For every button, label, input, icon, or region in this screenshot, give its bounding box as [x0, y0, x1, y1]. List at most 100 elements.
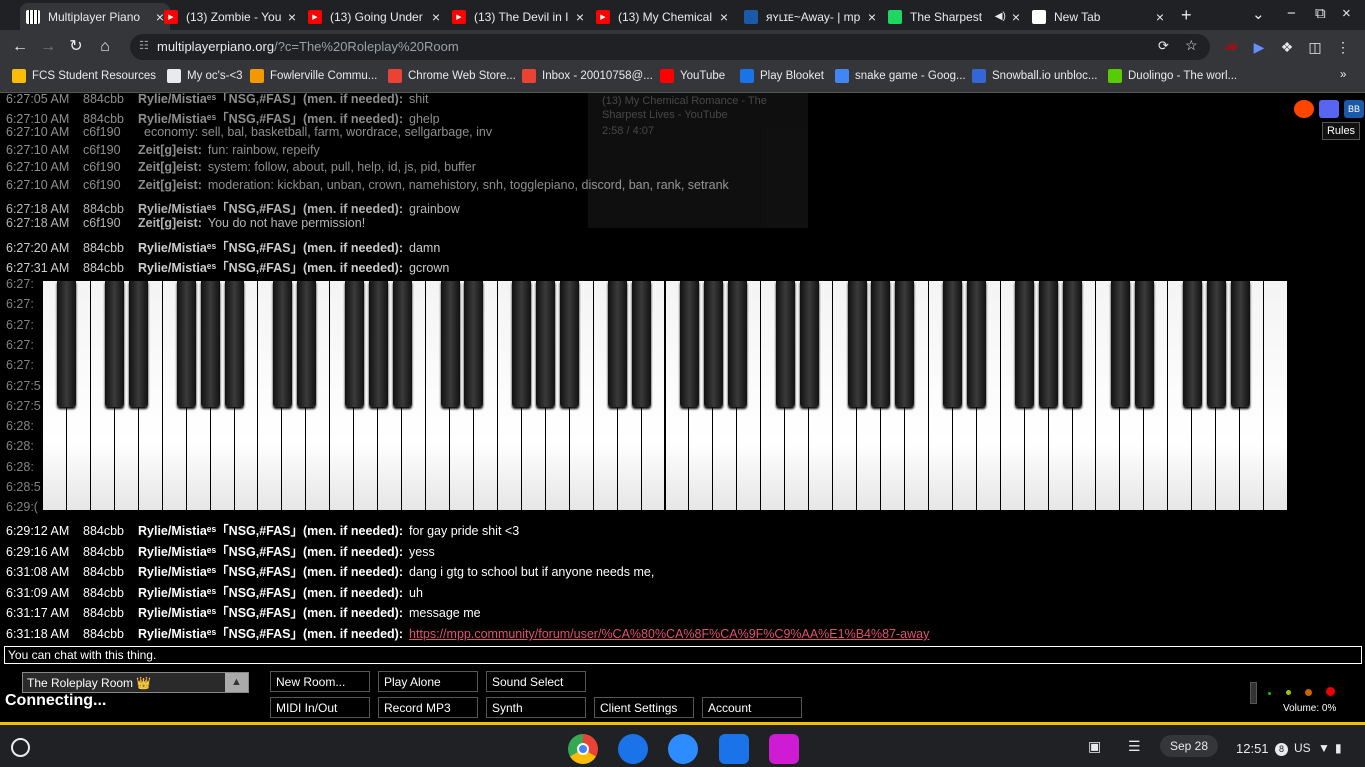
black-key[interactable] — [57, 281, 77, 407]
forward-icon[interactable]: → — [38, 37, 58, 57]
notification-count[interactable]: 8 — [1275, 743, 1288, 756]
reddit-icon[interactable] — [1294, 100, 1314, 118]
black-key[interactable] — [1110, 281, 1130, 407]
more-bookmarks-icon[interactable]: » — [1340, 69, 1346, 81]
record-mp3-button[interactable]: Record MP3 — [378, 697, 478, 718]
chat-username[interactable]: Rylie/Mistiaᵉˢ「NSG,#FAS」(men. if needed)… — [138, 565, 403, 579]
close-icon[interactable]: × — [720, 9, 728, 25]
tab[interactable]: ▶ (13) Going Under × — [302, 3, 446, 30]
locale-indicator[interactable]: US — [1294, 741, 1311, 755]
chat-username[interactable]: Rylie/Mistiaᵉˢ「NSG,#FAS」(men. if needed)… — [138, 241, 403, 255]
bookmark-item[interactable]: Snowball.io unbloc... — [972, 69, 1097, 83]
sound-select-button[interactable]: Sound Select — [486, 671, 586, 692]
holding-space-icon[interactable]: ▣ — [1088, 738, 1101, 755]
chevron-up-icon[interactable]: ▲ — [225, 673, 248, 692]
midi-in-out-button[interactable]: MIDI In/Out — [270, 697, 370, 718]
chat-username[interactable]: Rylie/Mistiaᵉˢ「NSG,#FAS」(men. if needed)… — [138, 545, 403, 559]
chat-username[interactable]: Rylie/Mistiaᵉˢ「NSG,#FAS」(men. if needed)… — [138, 202, 403, 216]
close-icon[interactable]: × — [432, 9, 440, 25]
close-icon[interactable]: × — [868, 9, 876, 25]
black-key[interactable] — [1206, 281, 1226, 407]
wifi-icon[interactable]: ▼ — [1318, 741, 1330, 755]
black-key[interactable] — [129, 281, 149, 407]
close-icon[interactable]: × — [1012, 9, 1020, 25]
black-key[interactable] — [1063, 281, 1083, 407]
black-key[interactable] — [679, 281, 699, 407]
ublock-icon[interactable]: uB — [1222, 38, 1240, 56]
bookmark-star-icon[interactable]: ☆ — [1185, 37, 1198, 54]
tab-search-icon[interactable]: ⌄ — [1252, 5, 1265, 23]
black-key[interactable] — [799, 281, 819, 407]
launcher-icon[interactable] — [11, 738, 30, 757]
black-key[interactable] — [727, 281, 747, 407]
address-bar[interactable]: ☷ multiplayerpiano.org/?c=The%20Roleplay… — [130, 34, 1210, 60]
black-key[interactable] — [632, 281, 652, 407]
synth-button[interactable]: Synth — [486, 697, 586, 718]
chat-username[interactable]: Zeit[g]eist: — [138, 178, 202, 192]
date-pill[interactable]: Sep 28 — [1160, 735, 1219, 757]
tab[interactable]: New Tab × — [1026, 3, 1170, 30]
black-key[interactable] — [177, 281, 197, 407]
battery-icon[interactable]: ▮ — [1335, 741, 1342, 755]
bookmark-item[interactable]: snake game - Goog... — [835, 69, 966, 83]
black-key[interactable] — [1134, 281, 1154, 407]
black-key[interactable] — [296, 281, 316, 407]
black-key[interactable] — [536, 281, 556, 407]
black-key[interactable] — [1230, 281, 1250, 407]
volume-slider[interactable] — [1250, 682, 1257, 704]
chat-input[interactable]: You can chat with this thing. — [4, 646, 1362, 664]
side-panel-icon[interactable]: ◫ — [1306, 38, 1324, 56]
black-key[interactable] — [871, 281, 891, 407]
discord-icon[interactable] — [1319, 100, 1339, 118]
chat-username[interactable]: Rylie/Mistiaᵉˢ「NSG,#FAS」(men. if needed)… — [138, 261, 403, 275]
chat-username[interactable]: Rylie/Mistiaᵉˢ「NSG,#FAS」(men. if needed)… — [138, 586, 403, 600]
back-icon[interactable]: ← — [10, 37, 30, 57]
close-icon[interactable]: × — [576, 9, 584, 25]
chat-username[interactable]: Rylie/Mistiaᵉˢ「NSG,#FAS」(men. if needed)… — [138, 627, 403, 641]
black-key[interactable] — [560, 281, 580, 407]
bookmark-item[interactable]: FCS Student Resources — [12, 69, 156, 83]
black-key[interactable] — [895, 281, 915, 407]
chat-link[interactable]: https://mpp.community/forum/user/%CA%80%… — [409, 627, 929, 641]
bookmark-item[interactable]: Play Blooket — [740, 69, 824, 83]
chat-username[interactable]: Rylie/Mistiaᵉˢ「NSG,#FAS」(men. if needed)… — [138, 606, 403, 620]
reload-icon[interactable]: ↻ — [66, 37, 86, 57]
home-icon[interactable]: ⌂ — [95, 37, 115, 57]
tab[interactable]: The Sharpest ◀) × — [882, 3, 1026, 30]
close-icon[interactable]: × — [1156, 9, 1164, 25]
black-key[interactable] — [967, 281, 987, 407]
mpp-forum-icon[interactable]: BB — [1344, 100, 1364, 118]
black-key[interactable] — [703, 281, 723, 407]
black-key[interactable] — [272, 281, 292, 407]
chrome-app-icon[interactable] — [568, 734, 598, 764]
extension-arrow-icon[interactable]: ▶ — [1250, 38, 1268, 56]
black-key[interactable] — [512, 281, 532, 407]
black-key[interactable] — [1039, 281, 1059, 407]
tote-icon[interactable]: ☰ — [1128, 738, 1141, 755]
black-key[interactable] — [440, 281, 460, 407]
bookmark-item[interactable]: My oc's-<3 — [167, 69, 243, 83]
bookmark-item[interactable]: Fowlerville Commu... — [250, 69, 377, 83]
tab[interactable]: ▶ (13) My Chemical I × — [590, 3, 734, 30]
black-key[interactable] — [225, 281, 245, 407]
black-key[interactable] — [1182, 281, 1202, 407]
tab[interactable]: ᴙʏʟɪᴇ~Away- | mp × — [738, 3, 882, 30]
share-icon[interactable]: ⟳ — [1158, 38, 1169, 54]
bookmark-item[interactable]: Inbox - 20010758@... — [522, 69, 653, 83]
close-icon[interactable]: × — [288, 9, 296, 25]
minimize-icon[interactable]: − — [1287, 5, 1296, 22]
client-settings-button[interactable]: Client Settings — [594, 697, 694, 718]
black-key[interactable] — [1015, 281, 1035, 407]
restore-icon[interactable]: ⧉ — [1315, 5, 1326, 22]
black-key[interactable] — [608, 281, 628, 407]
rules-button[interactable]: Rules — [1322, 122, 1360, 140]
extensions-icon[interactable]: ❖ — [1278, 38, 1296, 56]
clock[interactable]: 12:51 — [1236, 741, 1269, 756]
bookmark-item[interactable]: YouTube — [660, 69, 725, 83]
room-select[interactable]: The Roleplay Room 👑 ▲ — [22, 672, 249, 693]
files-app-icon[interactable] — [719, 734, 749, 764]
camera-app-icon[interactable] — [618, 734, 648, 764]
black-key[interactable] — [344, 281, 364, 407]
zoom-app-icon[interactable] — [668, 734, 698, 764]
black-key[interactable] — [464, 281, 484, 407]
